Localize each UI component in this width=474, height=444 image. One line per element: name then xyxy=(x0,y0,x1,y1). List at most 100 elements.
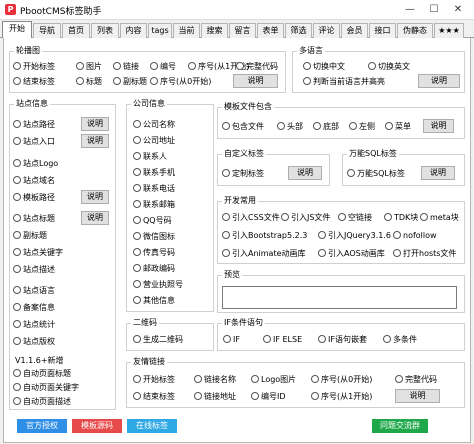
dev-animate[interactable]: 引入Animate动画库 xyxy=(222,249,306,259)
tab-current[interactable]: 当前 xyxy=(173,23,200,38)
site-subtitle[interactable]: 副标题 xyxy=(13,231,47,241)
carousel-explain-button[interactable]: 说明 xyxy=(233,74,278,88)
site-title[interactable]: 站点标题 xyxy=(13,214,55,224)
site-keywords[interactable]: 站点关键字 xyxy=(13,248,63,258)
official-auth-button[interactable]: 官方授权 xyxy=(17,419,67,433)
company-email[interactable]: 联系邮箱 xyxy=(133,200,175,210)
if-else[interactable]: IF ELSE xyxy=(263,335,302,345)
include-menu[interactable]: 菜单 xyxy=(385,122,411,132)
company-other[interactable]: 其他信息 xyxy=(133,296,175,306)
carousel-full-code[interactable]: 完整代码 xyxy=(236,62,278,72)
dev-js[interactable]: 引入JS文件 xyxy=(281,213,330,223)
company-contact[interactable]: 联系人 xyxy=(133,152,167,162)
dev-jquery[interactable]: 引入JQuery3.1.6 xyxy=(318,231,391,241)
site-path[interactable]: 站点路径 xyxy=(13,120,55,130)
multilang-chinese[interactable]: 切换中文 xyxy=(303,62,345,72)
custom-explain-button[interactable]: 说明 xyxy=(288,166,322,180)
template-source-button[interactable]: 模板源码 xyxy=(72,419,122,433)
links-explain-button[interactable]: 说明 xyxy=(395,389,440,403)
company-wechat[interactable]: 微信图标 xyxy=(133,232,175,242)
carousel-index-from-0[interactable]: 序号(从0开始) xyxy=(150,77,211,87)
template-path[interactable]: 模板路径 xyxy=(13,193,55,203)
links-start-tag[interactable]: 开始标签 xyxy=(133,375,175,385)
site-logo[interactable]: 站点Logo xyxy=(13,159,58,169)
links-url[interactable]: 链接地址 xyxy=(194,392,236,402)
company-name[interactable]: 公司名称 xyxy=(133,120,175,130)
links-id[interactable]: 编号ID xyxy=(251,392,286,402)
tab-message[interactable]: 留言 xyxy=(229,23,256,38)
tab-form[interactable]: 表单 xyxy=(257,23,284,38)
include-left[interactable]: 左侧 xyxy=(349,122,375,132)
tab-member[interactable]: 会员 xyxy=(341,23,368,38)
if-multi-condition[interactable]: 多条件 xyxy=(383,335,417,345)
online-tags-button[interactable]: 在线标签 xyxy=(127,419,177,433)
site-icp[interactable]: 备案信息 xyxy=(13,303,55,313)
tab-api[interactable]: 接口 xyxy=(369,23,396,38)
site-entry-explain-button[interactable]: 说明 xyxy=(81,134,109,148)
company-qq[interactable]: QQ号码 xyxy=(133,216,172,226)
if-nested[interactable]: IF语句嵌套 xyxy=(318,335,367,345)
carousel-link[interactable]: 链接 xyxy=(113,62,139,72)
carousel-title-opt[interactable]: 标题 xyxy=(76,77,102,87)
include-file[interactable]: 包含文件 xyxy=(222,122,264,132)
auto-page-keywords[interactable]: 自动页面关键字 xyxy=(13,383,79,393)
site-path-explain-button[interactable]: 说明 xyxy=(81,117,109,131)
company-postcode[interactable]: 邮政编码 xyxy=(133,264,175,274)
tab-tags[interactable]: tags xyxy=(148,23,172,38)
links-index-from-1[interactable]: 序号(从1开始) xyxy=(311,392,372,402)
company-license[interactable]: 营业执照号 xyxy=(133,280,183,290)
sql-explain-button[interactable]: 说明 xyxy=(421,166,455,180)
tab-content[interactable]: 内容 xyxy=(120,23,147,38)
carousel-image[interactable]: 图片 xyxy=(76,62,102,72)
tab-start[interactable]: 开始 xyxy=(2,21,32,38)
carousel-subtitle[interactable]: 副标题 xyxy=(113,77,147,87)
multilang-english[interactable]: 切换英文 xyxy=(368,62,410,72)
dev-nofollow[interactable]: nofollow xyxy=(393,231,437,241)
include-header[interactable]: 头部 xyxy=(277,122,303,132)
qq-group-button[interactable]: 问题交流群 xyxy=(372,419,428,433)
company-address[interactable]: 公司地址 xyxy=(133,136,175,146)
links-logo[interactable]: Logo图片 xyxy=(251,375,296,385)
if-basic[interactable]: IF xyxy=(223,335,240,345)
company-fax[interactable]: 传真号码 xyxy=(133,248,175,258)
tab-filter[interactable]: 筛选 xyxy=(285,23,312,38)
tab-comment[interactable]: 评论 xyxy=(313,23,340,38)
tab-nav[interactable]: 导航 xyxy=(33,23,61,38)
dev-aos[interactable]: 引入AOS动画库 xyxy=(318,249,385,259)
site-title-explain-button[interactable]: 说明 xyxy=(81,211,109,225)
maximize-icon[interactable]: ☐ xyxy=(426,2,442,18)
dev-empty-link[interactable]: 空链接 xyxy=(338,213,372,223)
carousel-end-tag[interactable]: 结束标签 xyxy=(13,77,55,87)
tab-stars[interactable]: ★★★ xyxy=(434,23,464,38)
dev-hosts[interactable]: 打开hosts文件 xyxy=(393,249,456,259)
close-icon[interactable]: ✕ xyxy=(450,2,466,18)
links-full-code[interactable]: 完整代码 xyxy=(395,375,437,385)
company-phone[interactable]: 联系电话 xyxy=(133,184,175,194)
site-entry[interactable]: 站点入口 xyxy=(13,137,55,147)
carousel-id[interactable]: 编号 xyxy=(150,62,176,72)
dev-css[interactable]: 引入CSS文件 xyxy=(222,213,280,223)
tab-search[interactable]: 搜索 xyxy=(201,23,228,38)
site-copyright[interactable]: 站点版权 xyxy=(13,337,55,347)
auto-page-description[interactable]: 自动页面描述 xyxy=(13,397,71,407)
auto-page-title[interactable]: 自动页面标题 xyxy=(13,369,71,379)
tab-pseudo-static[interactable]: 伪静态 xyxy=(397,23,433,38)
sql-tag[interactable]: 万能SQL标签 xyxy=(347,169,405,179)
site-language[interactable]: 站点语言 xyxy=(13,286,55,296)
dev-meta[interactable]: meta块 xyxy=(420,213,459,223)
template-path-explain-button[interactable]: 说明 xyxy=(81,190,109,204)
dev-tdk[interactable]: TDK块 xyxy=(384,213,418,223)
site-stats[interactable]: 站点统计 xyxy=(13,320,55,330)
tab-list[interactable]: 列表 xyxy=(91,23,119,38)
generate-qrcode[interactable]: 生成二维码 xyxy=(133,335,183,345)
site-description[interactable]: 站点描述 xyxy=(13,265,55,275)
dev-bootstrap[interactable]: 引入Bootstrap5.2.3 xyxy=(222,231,307,241)
multilang-explain-button[interactable]: 说明 xyxy=(418,74,460,88)
carousel-start-tag[interactable]: 开始标签 xyxy=(13,62,55,72)
company-mobile[interactable]: 联系手机 xyxy=(133,168,175,178)
links-index-from-0[interactable]: 序号(从0开始) xyxy=(311,375,372,385)
tab-home[interactable]: 首页 xyxy=(62,23,90,38)
include-footer[interactable]: 底部 xyxy=(313,122,339,132)
multilang-highlight[interactable]: 判断当前语言并高亮 xyxy=(303,77,385,87)
custom-tag[interactable]: 定制标签 xyxy=(222,169,264,179)
